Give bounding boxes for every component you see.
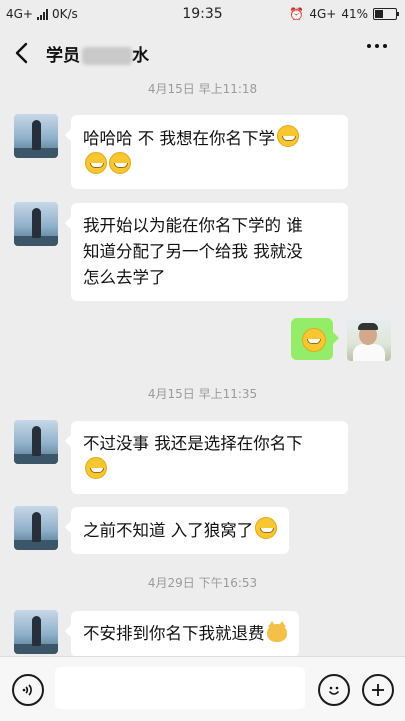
chat-header: 学员 水 [0,28,405,80]
smile-emoji-icon [85,457,107,479]
message-text: 怎么去学了 [83,268,166,287]
timestamp: 4月15日 早上11:35 [147,387,258,401]
message-text: 知道分配了另一个给我 我就没 [83,242,303,261]
input-bar [0,656,405,721]
alarm-icon: ⏰ [289,7,305,21]
chat-title: 学员 水 [46,41,149,66]
message-text: 哈哈哈 不 我想在你名下学 [83,129,275,148]
timestamp: 4月15日 早上11:18 [147,82,258,96]
message-bubble[interactable]: 之前不知道 入了狼窝了 [64,507,290,554]
battery-percent: 41% [341,7,368,21]
timestamp: 4月29日 下午16:53 [147,576,258,590]
message-text: 之前不知道 入了狼窝了 [83,521,254,540]
message-bubble[interactable]: 我开始以为能在你名下学的 谁 知道分配了另一个给我 我就没 怎么去学了 [65,203,348,301]
contact-avatar[interactable] [14,202,58,246]
chat-title-text: 学员 [46,46,80,66]
grin-emoji-icon [277,125,299,147]
contact-avatar[interactable] [14,610,58,654]
my-avatar[interactable] [347,317,391,361]
grin-emoji-icon [109,152,131,174]
cat-emoji-icon [266,621,287,642]
message-bubble[interactable]: 不安排到你名下我就退费 [65,611,299,657]
message-input[interactable] [55,667,305,709]
message-bubble[interactable]: 不过没事 我还是选择在你名下 [65,421,348,494]
my-message-bubble[interactable] [291,318,339,360]
battery-icon [373,8,399,20]
message-bubble[interactable]: 哈哈哈 不 我想在你名下学 [65,115,348,189]
more-dots-icon[interactable] [367,44,387,48]
voice-icon[interactable] [12,674,44,706]
chat-title-suffix: 水 [132,46,149,66]
status-right: ⏰ 4G+ 41% [289,7,399,21]
blurred-name [82,47,132,65]
crying-emoji-icon [255,517,278,539]
contact-avatar[interactable] [14,420,58,464]
contact-avatar[interactable] [14,114,58,158]
crying-emoji-icon [302,328,326,352]
chevron-left-icon[interactable] [10,40,36,66]
emoji-icon[interactable] [318,674,350,706]
status-bar: 4G+ 0K/s 19:35 ⏰ 4G+ 41% [0,0,405,28]
message-text: 不过没事 我还是选择在你名下 [83,434,303,453]
plus-icon[interactable] [362,674,394,706]
message-text: 不安排到你名下我就退费 [83,624,265,643]
grin-emoji-icon [85,152,107,174]
network-right-label: 4G+ [309,7,337,21]
contact-avatar[interactable] [14,506,58,550]
message-text: 我开始以为能在你名下学的 谁 [83,216,303,235]
